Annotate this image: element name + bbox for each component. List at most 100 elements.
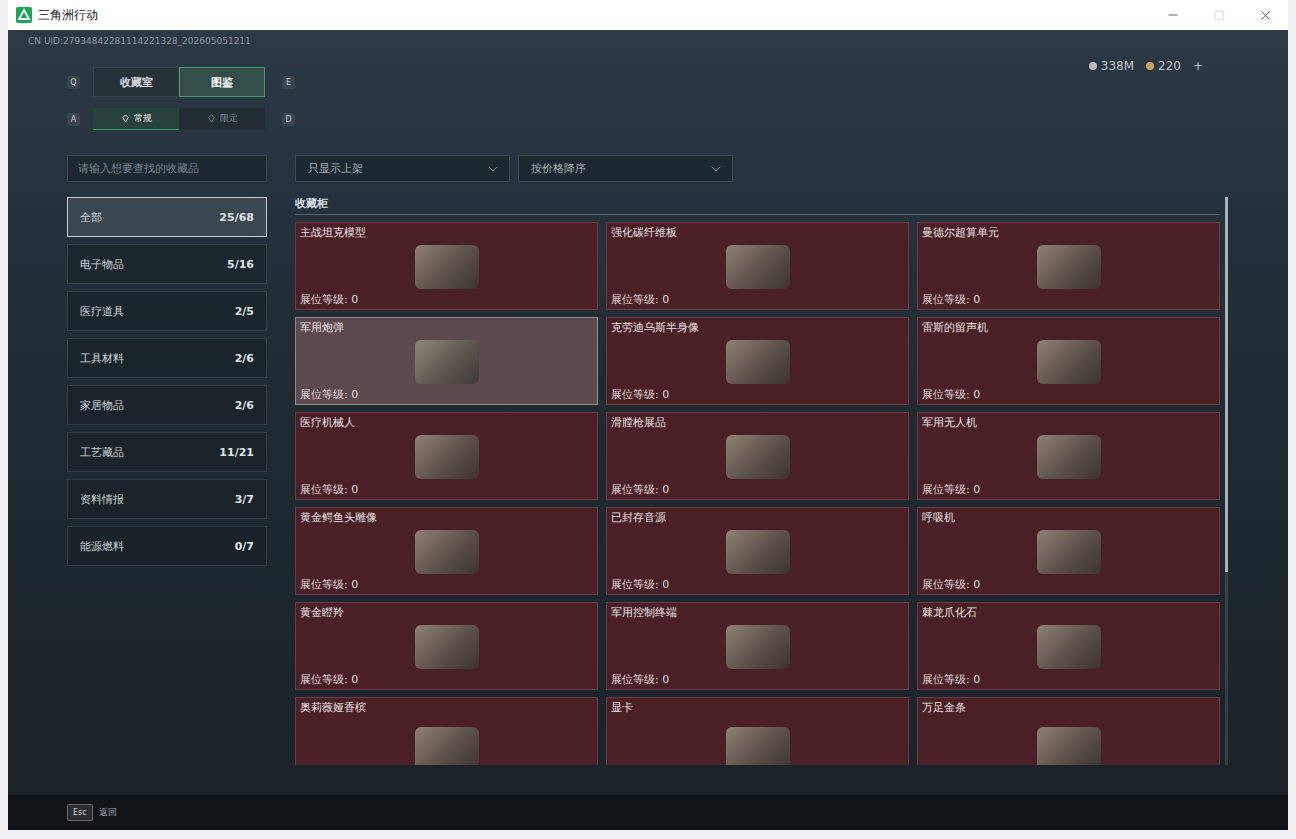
category-icon [207,114,216,123]
collection-page: Q收藏室图鉴E338M220+A常规限定D只显示上架按价格降序全部25/68电子… [8,67,1288,795]
minimize-button[interactable] [1150,0,1196,30]
add-currency-button[interactable]: + [1193,59,1203,73]
close-icon [1258,8,1273,23]
card-name: 克劳迪乌斯半身像 [611,321,904,335]
item-image [1037,340,1101,384]
card-level: 展位等级: 0 [611,388,904,402]
collectible-card[interactable]: 万足金条 [917,697,1220,765]
item-image [415,625,479,669]
card-level: 展位等级: 0 [300,578,593,592]
filter-dropdown[interactable]: 只显示上架 [295,155,510,182]
sidebar-item[interactable]: 电子物品5/16 [67,244,267,284]
cards-area: 收藏柜主战坦克模型展位等级: 0强化碳纤维板展位等级: 0曼德尔超算单元展位等级… [295,197,1228,765]
close-button[interactable] [1242,0,1288,30]
filter-row: 只显示上架按价格降序 [67,155,1229,182]
card-level: 展位等级: 0 [922,388,1215,402]
card-level: 展位等级: 0 [300,483,593,497]
window-title: 三角洲行动 [38,7,98,24]
tab[interactable]: 图鉴 [179,67,265,97]
item-image [415,245,479,289]
currency-bar: 338M220+ [1089,59,1203,73]
card-level: 展位等级: 0 [611,578,904,592]
card-level: 展位等级: 0 [922,293,1215,307]
sidebar-item[interactable]: 工艺藏品11/21 [67,432,267,472]
item-image [1037,625,1101,669]
collectible-card[interactable]: 雷斯的留声机展位等级: 0 [917,317,1220,405]
card-name: 呼吸机 [922,511,1215,525]
collectible-card[interactable]: 棘龙爪化石展位等级: 0 [917,602,1220,690]
card-list[interactable]: 主战坦克模型展位等级: 0强化碳纤维板展位等级: 0曼德尔超算单元展位等级: 0… [295,222,1220,765]
card-level: 展位等级: 0 [300,388,593,402]
filter-dropdown[interactable]: 按价格降序 [518,155,733,182]
title-bar: 三角洲行动 [8,0,1288,30]
item-image [726,530,790,574]
card-name: 军用炮弹 [300,321,593,335]
card-name: 军用无人机 [922,416,1215,430]
back-label[interactable]: 返回 [99,806,117,819]
minimize-icon [1166,8,1180,22]
maximize-icon [1214,10,1225,21]
collectible-card[interactable]: 军用炮弹展位等级: 0 [295,317,598,405]
card-level: 展位等级: 0 [922,483,1215,497]
sidebar-item[interactable]: 全部25/68 [67,197,267,237]
card-level: 展位等级: 0 [611,483,904,497]
collectible-card[interactable]: 强化碳纤维板展位等级: 0 [606,222,909,310]
search-input[interactable] [67,155,267,182]
subtab[interactable]: 限定 [179,108,265,130]
tab[interactable]: 收藏室 [93,67,179,97]
scrollbar[interactable] [1225,197,1228,765]
tab-row: Q收藏室图鉴E338M220+ [67,67,1229,97]
card-level: 展位等级: 0 [300,293,593,307]
item-image [415,727,479,766]
currency-amount: 338M [1101,59,1134,73]
content-row: 全部25/68 电子物品5/16 医疗道具2/5 工具材料2/6 家居物品2/6 工艺藏品… [67,197,1229,765]
collectible-card[interactable]: 显卡 [606,697,909,765]
collectible-card[interactable]: 医疗机械人展位等级: 0 [295,412,598,500]
collectible-card[interactable]: 克劳迪乌斯半身像展位等级: 0 [606,317,909,405]
key-hint: E [282,76,295,89]
item-image [415,340,479,384]
collectible-card[interactable]: 黄金瞪羚展位等级: 0 [295,602,598,690]
card-name: 雷斯的留声机 [922,321,1215,335]
subtab-row: A常规限定D [67,108,1229,130]
collectible-card[interactable]: 呼吸机展位等级: 0 [917,507,1220,595]
collectible-card[interactable]: 已封存音源展位等级: 0 [606,507,909,595]
card-grid: 主战坦克模型展位等级: 0强化碳纤维板展位等级: 0曼德尔超算单元展位等级: 0… [295,222,1220,765]
item-image [726,625,790,669]
sidebar-item[interactable]: 医疗道具2/5 [67,291,267,331]
subtab[interactable]: 常规 [93,108,179,130]
card-name: 医疗机械人 [300,416,593,430]
sidebar-item[interactable]: 家居物品2/6 [67,385,267,425]
card-name: 主战坦克模型 [300,226,593,240]
item-image [1037,530,1101,574]
card-name: 奥莉薇娅香槟 [300,701,593,715]
collectible-card[interactable]: 军用控制终端展位等级: 0 [606,602,909,690]
coin-icon [1089,62,1097,70]
sidebar-item[interactable]: 资料情报3/7 [67,479,267,519]
category-icon [121,114,130,123]
collectible-card[interactable]: 主战坦克模型展位等级: 0 [295,222,598,310]
sidebar-item[interactable]: 工具材料2/6 [67,338,267,378]
cabinet-section: 收藏柜主战坦克模型展位等级: 0强化碳纤维板展位等级: 0曼德尔超算单元展位等级… [295,197,1220,765]
item-image [726,435,790,479]
key-hint: Q [67,76,80,89]
category-sidebar: 全部25/68 电子物品5/16 医疗道具2/5 工具材料2/6 家居物品2/6 工艺藏品… [67,197,267,765]
sidebar-item[interactable]: 能源燃料0/7 [67,526,267,566]
collectible-card[interactable]: 黄金鳄鱼头雕像展位等级: 0 [295,507,598,595]
card-name: 显卡 [611,701,904,715]
collectible-card[interactable]: 滑膛枪展品展位等级: 0 [606,412,909,500]
item-image [1037,727,1101,766]
currency-item: 338M [1089,59,1134,73]
esc-key[interactable]: Esc [67,804,93,821]
collectible-card[interactable]: 军用无人机展位等级: 0 [917,412,1220,500]
scrollbar-thumb[interactable] [1225,197,1228,572]
collectible-card[interactable]: 曼德尔超算单元展位等级: 0 [917,222,1220,310]
card-level: 展位等级: 0 [611,293,904,307]
item-image [726,245,790,289]
card-level: 展位等级: 0 [922,673,1215,687]
key-hint: D [282,113,295,126]
collectible-card[interactable]: 奥莉薇娅香槟 [295,697,598,765]
item-image [415,435,479,479]
card-name: 棘龙爪化石 [922,606,1215,620]
maximize-button[interactable] [1196,0,1242,30]
